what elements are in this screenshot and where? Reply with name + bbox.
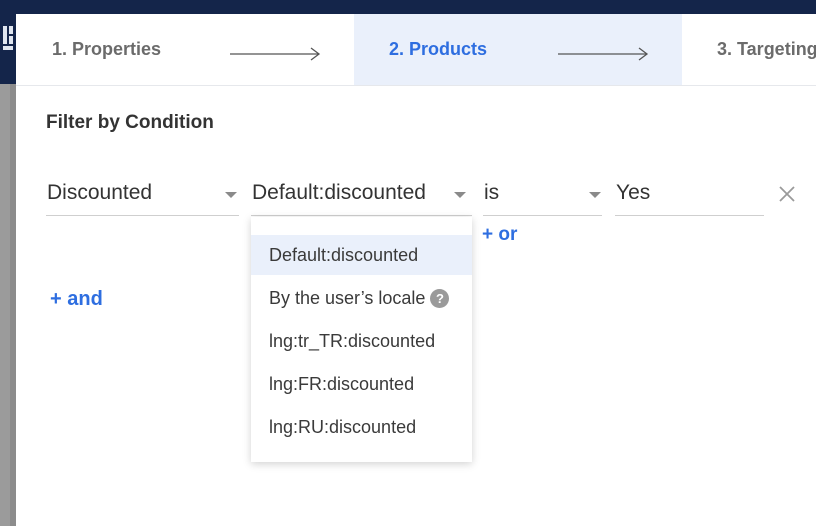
dropdown-option-ru[interactable]: lng:RU:discounted xyxy=(251,407,472,447)
step-products[interactable]: 2. Products xyxy=(389,14,487,85)
namespace-select[interactable]: Default:discounted xyxy=(251,177,472,216)
dropdown-option-label: lng:FR:discounted xyxy=(269,373,415,394)
dropdown-option-default[interactable]: Default:discounted xyxy=(251,235,472,275)
value-select[interactable]: Yes xyxy=(615,177,764,216)
question-mark-icon[interactable]: ? xyxy=(430,288,450,308)
app-top-bar xyxy=(0,0,816,14)
step-targeting[interactable]: 3. Targeting xyxy=(717,14,816,85)
operator-value: is xyxy=(484,181,500,204)
attribute-value: Discounted xyxy=(47,181,153,204)
chevron-down-icon xyxy=(589,192,601,198)
attribute-select[interactable]: Discounted xyxy=(46,177,239,216)
dropdown-option-fr[interactable]: lng:FR:discounted xyxy=(251,364,472,404)
filter-title: Filter by Condition xyxy=(46,112,214,133)
chevron-down-icon xyxy=(454,192,466,198)
dropdown-option-label: Default:discounted xyxy=(269,244,419,265)
background-overlay xyxy=(0,84,16,526)
step-properties[interactable]: 1. Properties xyxy=(52,14,161,85)
add-or-condition-link[interactable]: + or xyxy=(482,224,517,246)
step-arrow-icon xyxy=(230,47,321,61)
chevron-down-icon xyxy=(225,192,237,198)
wizard-steps: 1. Properties 2. Products 3. Targeting xyxy=(16,14,816,86)
step-arrow-icon xyxy=(558,47,649,61)
add-and-condition-link[interactable]: + and xyxy=(50,288,103,311)
operator-select[interactable]: is xyxy=(483,177,602,216)
dropdown-option-label: lng:RU:discounted xyxy=(269,416,417,437)
namespace-dropdown-menu: Default:discounted By the user’s locale … xyxy=(251,217,472,462)
namespace-value: Default:discounted xyxy=(252,181,426,204)
dropdown-option-tr[interactable]: lng:tr_TR:discounted xyxy=(251,321,472,361)
dropdown-option-label: By the user’s locale xyxy=(269,287,426,308)
condition-value: Yes xyxy=(616,181,651,204)
close-icon[interactable] xyxy=(778,185,796,203)
filter-modal: 1. Properties 2. Products 3. Targeting F… xyxy=(16,14,816,526)
dropdown-option-label: lng:tr_TR:discounted xyxy=(269,330,436,351)
app-logo-icon xyxy=(0,14,16,84)
dropdown-option-user-locale[interactable]: By the user’s locale ? xyxy=(251,278,472,318)
